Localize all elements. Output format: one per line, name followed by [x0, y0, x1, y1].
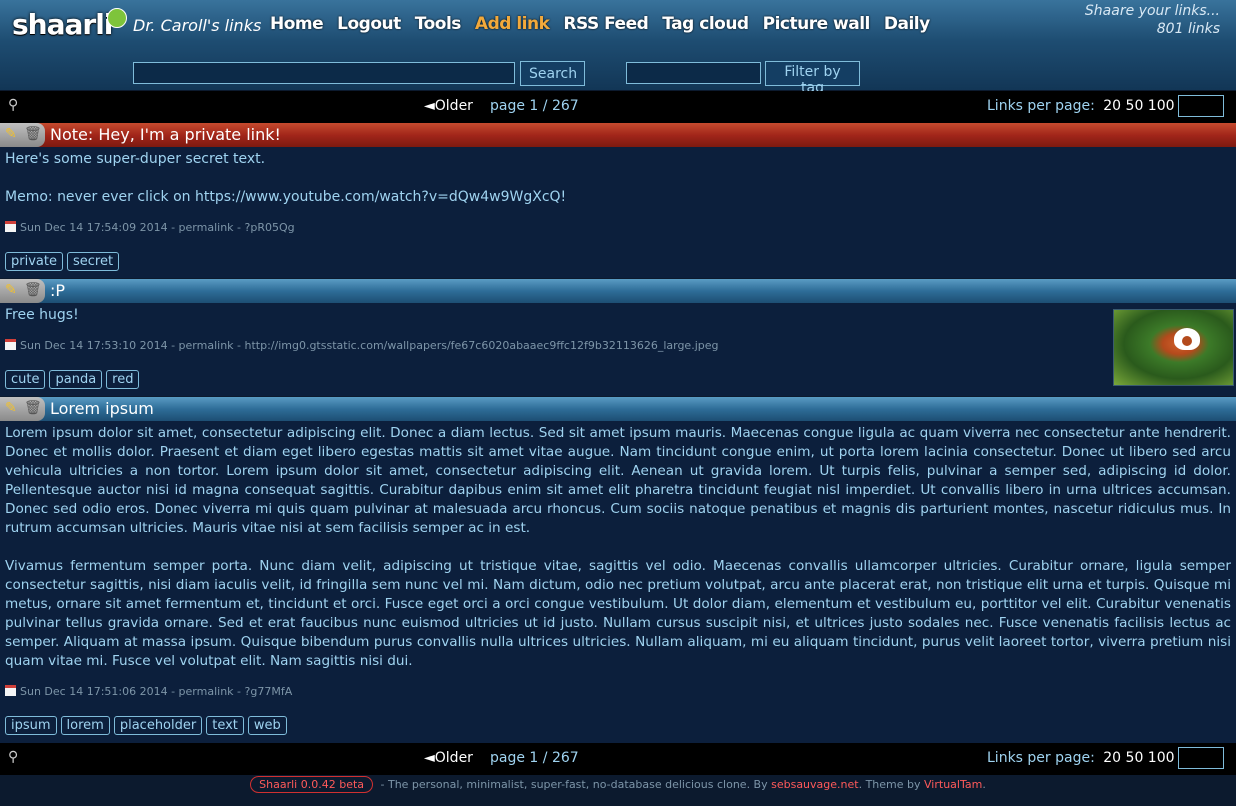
search-input[interactable] — [133, 62, 515, 84]
page-number: page 1 / 267 — [490, 750, 579, 766]
link-title[interactable]: Note: Hey, I'm a private link! — [50, 125, 281, 144]
link-meta-text[interactable]: Sun Dec 14 17:54:09 2014 - permalink - ?… — [20, 221, 295, 234]
logo-reflection: shaarli — [12, 20, 112, 34]
description-paragraph: Memo: never ever click on https://www.yo… — [5, 189, 567, 205]
link-description: Lorem ipsum dolor sit amet, consectetur … — [5, 424, 1231, 671]
edit-pencil-icon[interactable]: ✎ — [5, 400, 21, 416]
tag[interactable]: panda — [49, 370, 103, 389]
pin-icon[interactable]: ⚲ — [8, 749, 18, 765]
link-count: 801 links — [1156, 21, 1220, 37]
links-per-page-options[interactable]: 20 50 100 — [1103, 750, 1174, 766]
calendar-icon — [5, 685, 16, 696]
tag[interactable]: private — [5, 252, 63, 271]
nav-add-link[interactable]: Add link — [475, 14, 550, 34]
nav-home[interactable]: Home — [270, 14, 324, 34]
link-meta: Sun Dec 14 17:54:09 2014 - permalink - ?… — [5, 221, 295, 234]
site-title[interactable]: Dr. Caroll's links — [133, 16, 261, 35]
filter-by-tag-button[interactable]: Filter by tag — [765, 61, 860, 96]
nav-tag-cloud[interactable]: Tag cloud — [662, 14, 749, 34]
link-item: ✎ 🗑 Lorem ipsum Lorem ipsum dolor sit am… — [0, 397, 1236, 743]
link-title[interactable]: Lorem ipsum — [50, 399, 154, 418]
footer: Shaarli 0.0.42 beta - The personal, mini… — [0, 776, 1236, 798]
shaarli-logo[interactable]: shaarli shaarli — [12, 6, 127, 48]
tag[interactable]: lorem — [60, 716, 110, 735]
tag[interactable]: secret — [66, 252, 120, 271]
link-meta: Sun Dec 14 17:53:10 2014 - permalink - h… — [5, 339, 718, 352]
links-per-page-options[interactable]: 20 50 100 — [1103, 98, 1174, 114]
footer-text: . Theme by — [858, 778, 925, 791]
edit-pencil-icon[interactable]: ✎ — [5, 126, 21, 142]
links-per-page-input[interactable] — [1178, 747, 1224, 769]
red-panda-thumbnail[interactable] — [1113, 309, 1234, 386]
link-item: ✎ 🗑 :P Free hugs! Sun Dec 14 17:53:10 20… — [0, 279, 1236, 396]
site-stats: Shaare your links... 801 links — [1085, 2, 1220, 38]
nav-daily[interactable]: Daily — [884, 14, 930, 34]
link-meta: Sun Dec 14 17:51:06 2014 - permalink - ?… — [5, 685, 292, 698]
nav-picture-wall[interactable]: Picture wall — [763, 14, 871, 34]
header: shaarli shaarli Dr. Caroll's links Home … — [0, 0, 1236, 96]
nav-rss-feed[interactable]: RSS Feed — [563, 14, 648, 34]
paging-bottom: ⚲ ◄Older page 1 / 267 Links per page: 20… — [0, 743, 1236, 775]
link-tags: ipsum lorem placeholder text web — [5, 716, 287, 735]
links-per-page: Links per page: 20 50 100 — [987, 750, 1175, 766]
theme-author-link[interactable]: VirtualTam — [924, 778, 982, 791]
nav-logout[interactable]: Logout — [337, 14, 401, 34]
pin-icon[interactable]: ⚲ — [8, 97, 18, 113]
main-nav: Home Logout Tools Add link RSS Feed Tag … — [270, 14, 944, 34]
calendar-icon — [5, 339, 16, 350]
links-per-page-input[interactable] — [1178, 95, 1224, 117]
links-per-page-label: Links per page: — [987, 98, 1095, 114]
tag[interactable]: text — [206, 716, 244, 735]
trash-icon[interactable]: 🗑 — [24, 400, 42, 416]
link-title-bar: ✎ 🗑 Lorem ipsum — [0, 397, 1236, 421]
description-paragraph: Lorem ipsum dolor sit amet, consectetur … — [5, 425, 1231, 536]
link-title-bar: ✎ 🗑 Note: Hey, I'm a private link! — [0, 123, 1236, 147]
older-link[interactable]: ◄Older — [424, 750, 473, 766]
footer-text: - The personal, minimalist, super-fast, … — [377, 778, 772, 791]
link-tags: cute panda red — [5, 370, 140, 389]
link-tags: private secret — [5, 252, 120, 271]
trash-icon[interactable]: 🗑 — [24, 282, 42, 298]
calendar-icon — [5, 221, 16, 232]
version-badge[interactable]: Shaarli 0.0.42 beta — [250, 776, 374, 793]
trash-icon[interactable]: 🗑 — [24, 126, 42, 142]
author-link[interactable]: sebsauvage.net — [771, 778, 858, 791]
link-description: Here's some super-duper secret text. Mem… — [5, 150, 1231, 207]
link-meta-text[interactable]: Sun Dec 14 17:53:10 2014 - permalink - h… — [20, 339, 718, 352]
link-title-bar: ✎ 🗑 :P — [0, 279, 1236, 303]
links-per-page-label: Links per page: — [987, 750, 1095, 766]
tag-filter-input[interactable] — [626, 62, 761, 84]
link-tools: ✎ 🗑 — [0, 279, 45, 303]
footer-text: . — [982, 778, 986, 791]
paging-top: ⚲ ◄Older page 1 / 267 Links per page: 20… — [0, 91, 1236, 123]
tag[interactable]: red — [106, 370, 140, 389]
link-tools: ✎ 🗑 — [0, 397, 45, 421]
red-panda-face — [1174, 328, 1200, 350]
description-paragraph: Vivamus fermentum semper porta. Nunc dia… — [5, 558, 1231, 669]
edit-pencil-icon[interactable]: ✎ — [5, 282, 21, 298]
links-per-page: Links per page: 20 50 100 — [987, 98, 1175, 114]
logo-star-icon — [107, 8, 127, 28]
link-title[interactable]: :P — [50, 281, 65, 300]
nav-tools[interactable]: Tools — [415, 14, 462, 34]
page-number: page 1 / 267 — [490, 98, 579, 114]
description-paragraph: Here's some super-duper secret text. — [5, 151, 266, 167]
link-item: ✎ 🗑 Note: Hey, I'm a private link! Here'… — [0, 123, 1236, 278]
link-description: Free hugs! — [5, 307, 79, 323]
tag[interactable]: ipsum — [5, 716, 57, 735]
search-button[interactable]: Search — [520, 61, 585, 86]
tag[interactable]: placeholder — [113, 716, 203, 735]
tag[interactable]: web — [247, 716, 287, 735]
tagline: Shaare your links... — [1084, 3, 1220, 19]
link-tools: ✎ 🗑 — [0, 123, 45, 147]
tag[interactable]: cute — [5, 370, 46, 389]
link-meta-text[interactable]: Sun Dec 14 17:51:06 2014 - permalink - ?… — [20, 685, 292, 698]
older-link[interactable]: ◄Older — [424, 98, 473, 114]
